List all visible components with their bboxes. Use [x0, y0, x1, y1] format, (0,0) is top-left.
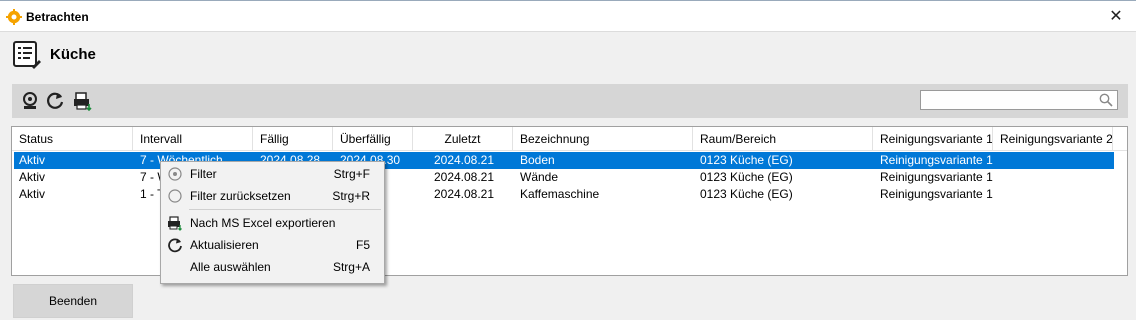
cell-raum: 0123 Küche (EG) — [700, 170, 793, 184]
menu-item-shortcut: Strg+A — [332, 260, 370, 274]
column-header-variante2[interactable]: Reinigungsvariante 2 — [993, 127, 1113, 151]
menu-item-filter[interactable]: Filter Strg+F — [163, 163, 382, 185]
cell-bezeichnung: Kaffemaschine — [520, 187, 600, 201]
window-titlebar: Betrachten ✕ — [0, 0, 1136, 32]
filter-icon — [168, 167, 182, 181]
filter-icon[interactable] — [20, 90, 42, 112]
column-header-variante1[interactable]: Reinigungsvariante 1 — [873, 127, 993, 151]
page-header: Küche — [0, 32, 1136, 84]
grid-header: Status Intervall Fällig Überfällig Zulet… — [12, 127, 1127, 151]
column-header-faellig[interactable]: Fällig — [253, 127, 333, 151]
column-header-raum[interactable]: Raum/Bereich — [693, 127, 873, 151]
cell-zuletzt: 2024.08.21 — [433, 170, 495, 184]
menu-item-shortcut: F5 — [355, 238, 370, 252]
menu-item-label: Filter zurücksetzen — [190, 189, 291, 203]
menu-separator — [189, 209, 381, 210]
search-icon — [1099, 93, 1113, 107]
menu-item-select-all[interactable]: Alle auswählen Strg+A — [163, 256, 382, 278]
cell-variante1: Reinigungsvariante 1 — [880, 187, 993, 201]
column-header-zuletzt[interactable]: Zuletzt — [413, 127, 513, 151]
search-field[interactable] — [920, 90, 1118, 110]
column-header-ueberfaellig[interactable]: Überfällig — [333, 127, 413, 151]
context-menu: Filter Strg+F Filter zurücksetzen Strg+R… — [160, 161, 385, 284]
close-icon[interactable]: ✕ — [1106, 7, 1126, 27]
menu-item-label: Nach MS Excel exportieren — [190, 216, 336, 230]
cell-status: Aktiv — [19, 187, 46, 201]
column-header-status[interactable]: Status — [12, 127, 133, 151]
cell-variante2 — [995, 186, 1113, 203]
column-header-intervall[interactable]: Intervall — [133, 127, 253, 151]
menu-item-refresh[interactable]: Aktualisieren F5 — [163, 234, 382, 256]
cell-raum: 0123 Küche (EG) — [700, 187, 793, 201]
filter-reset-icon — [168, 189, 182, 203]
page-title: Küche — [50, 46, 96, 63]
excel-export-icon[interactable] — [72, 90, 94, 112]
search-input[interactable] — [921, 91, 1097, 109]
menu-item-filter-reset[interactable]: Filter zurücksetzen Strg+R — [163, 185, 382, 207]
menu-item-shortcut: Strg+R — [332, 189, 370, 203]
refresh-icon — [168, 238, 182, 253]
window-title: Betrachten — [26, 10, 89, 24]
cell-variante2 — [995, 152, 1113, 169]
document-list-icon — [13, 41, 41, 69]
cell-bezeichnung: Wände — [520, 170, 559, 184]
menu-item-shortcut: Strg+F — [333, 167, 370, 181]
column-header-bezeichnung[interactable]: Bezeichnung — [513, 127, 693, 151]
cell-status: Aktiv — [19, 153, 46, 167]
toolbar — [12, 84, 1128, 118]
cell-zuletzt: 2024.08.21 — [433, 187, 495, 201]
cell-raum: 0123 Küche (EG) — [700, 153, 793, 167]
app-gear-icon — [6, 9, 22, 25]
excel-export-icon — [168, 216, 182, 231]
menu-item-excel-export[interactable]: Nach MS Excel exportieren — [163, 212, 382, 234]
cell-zuletzt: 2024.08.21 — [433, 153, 495, 167]
menu-item-label: Aktualisieren — [190, 238, 259, 252]
cell-status: Aktiv — [19, 170, 46, 184]
menu-item-label: Alle auswählen — [190, 260, 271, 274]
menu-item-label: Filter — [190, 167, 217, 181]
cell-variante1: Reinigungsvariante 1 — [880, 153, 993, 167]
cell-variante1: Reinigungsvariante 1 — [880, 170, 993, 184]
cell-bezeichnung: Boden — [520, 153, 555, 167]
close-button[interactable]: Beenden — [13, 284, 133, 318]
refresh-icon[interactable] — [44, 90, 66, 112]
cell-variante2 — [995, 169, 1113, 186]
